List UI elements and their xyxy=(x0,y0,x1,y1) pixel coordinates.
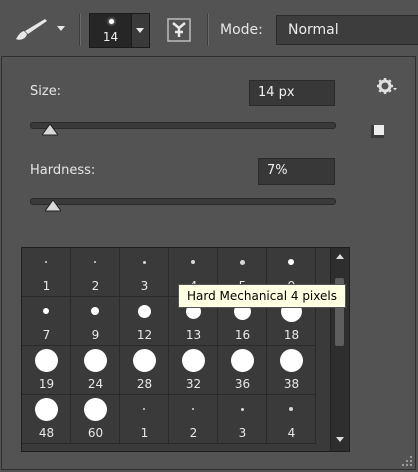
brush-preset-size-label: 48 xyxy=(38,426,55,440)
toolbar-divider xyxy=(207,14,209,46)
brush-tip-icon xyxy=(143,408,145,410)
brush-preset-item[interactable]: 12 xyxy=(120,297,169,346)
hardness-slider-track[interactable] xyxy=(30,198,336,205)
brush-preset-item[interactable]: 60 xyxy=(71,395,120,444)
brush-preset-size-label: 18 xyxy=(283,328,300,342)
brush-tip-icon xyxy=(289,407,293,411)
brush-tip-icon xyxy=(35,398,58,421)
brush-preset-size-label: 2 xyxy=(189,426,198,440)
scroll-up-icon[interactable] xyxy=(336,254,344,259)
brush-preset-size-label: 12 xyxy=(136,328,153,342)
new-preset-icon[interactable] xyxy=(369,123,386,140)
brush-preset-size-label: 36 xyxy=(234,377,251,391)
brush-tip-icon xyxy=(138,305,151,318)
brush-preset-picker-arrow[interactable] xyxy=(132,13,150,48)
size-label: Size: xyxy=(30,84,62,99)
brush-preset-item[interactable]: 7 xyxy=(22,297,71,346)
brush-tip-icon xyxy=(182,349,205,372)
brush-tip-icon xyxy=(91,307,99,315)
preset-grid-scrollbar[interactable] xyxy=(330,248,349,451)
toolbar-divider xyxy=(79,14,81,46)
brush-tip-icon xyxy=(191,260,195,264)
scroll-down-icon[interactable] xyxy=(336,437,344,442)
brush-preset-size-label: 13 xyxy=(185,328,202,342)
brush-preset-size-label: 4 xyxy=(287,426,296,440)
brush-preset-item[interactable]: 36 xyxy=(218,346,267,395)
blend-mode-value: Normal xyxy=(288,22,339,38)
brush-tip-icon xyxy=(143,261,146,264)
brush-preset-item[interactable]: 1 xyxy=(120,395,169,444)
brush-tip-icon xyxy=(192,408,194,410)
brush-preset-size-label: 16 xyxy=(234,328,251,342)
brush-preset-size-label: 28 xyxy=(136,377,153,391)
brush-tip-icon xyxy=(288,259,294,265)
brush-preset-size-label: 38 xyxy=(283,377,300,391)
brush-tip-icon xyxy=(240,260,245,265)
brush-preset-size-label: 2 xyxy=(91,279,100,293)
brush-preset-size-label: 1 xyxy=(42,279,51,293)
brush-tooltip: Hard Mechanical 4 pixels xyxy=(178,284,346,308)
brush-tip-icon xyxy=(35,349,58,372)
brush-tip-icon xyxy=(133,349,156,372)
blend-mode-select[interactable]: Normal xyxy=(276,15,418,45)
brush-tip-icon xyxy=(231,349,254,372)
mode-label: Mode: xyxy=(220,22,263,38)
hardness-value: 7% xyxy=(267,163,288,178)
brush-preset-size-label: 3 xyxy=(140,279,149,293)
brush-tool-dropdown-icon[interactable] xyxy=(57,26,65,31)
brush-preset-size-label: 3 xyxy=(238,426,247,440)
brush-preset-item[interactable]: 2 xyxy=(71,248,120,297)
hardness-label: Hardness: xyxy=(30,163,96,178)
toggle-brush-panel-icon[interactable] xyxy=(167,18,191,42)
chevron-down-icon xyxy=(136,28,144,33)
size-field[interactable]: 14 px xyxy=(249,80,335,106)
brush-preset-item[interactable]: 38 xyxy=(267,346,316,395)
brush-tip-icon xyxy=(45,261,47,263)
brush-tip-icon xyxy=(280,349,303,372)
brush-preset-item[interactable]: 9 xyxy=(71,297,120,346)
brush-preset-item[interactable]: 3 xyxy=(218,395,267,444)
brush-preset-item[interactable]: 24 xyxy=(71,346,120,395)
brush-preset-size-label: 9 xyxy=(91,328,100,342)
resize-grip-icon[interactable] xyxy=(402,456,412,466)
size-slider-track[interactable] xyxy=(30,122,336,129)
brush-preset-item[interactable]: 28 xyxy=(120,346,169,395)
brush-preset-size-label: 32 xyxy=(185,377,202,391)
brush-preset-grid: 123459791213161819242832363848601234 xyxy=(21,247,350,452)
brush-preset-item[interactable]: 1 xyxy=(22,248,71,297)
brush-preset-item[interactable]: 2 xyxy=(169,395,218,444)
brush-preset-item[interactable]: 3 xyxy=(120,248,169,297)
hardness-field[interactable]: 7% xyxy=(258,158,335,185)
brush-preset-size-label: 60 xyxy=(87,426,104,440)
brush-preset-size-label: 7 xyxy=(42,328,51,342)
brush-preset-item[interactable]: 48 xyxy=(22,395,71,444)
gear-icon[interactable] xyxy=(376,77,398,99)
brush-size-readout: 14 xyxy=(102,30,119,44)
brush-preset-item[interactable]: 4 xyxy=(267,395,316,444)
brush-preset-picker-button[interactable]: 14 xyxy=(89,13,132,48)
brush-preset-size-label: 24 xyxy=(87,377,104,391)
size-value: 14 px xyxy=(258,85,295,100)
brush-tip-icon xyxy=(84,349,107,372)
brush-preset-item[interactable]: 32 xyxy=(169,346,218,395)
brush-tip-icon xyxy=(84,398,107,421)
brush-tip-icon xyxy=(43,308,49,314)
brush-tip-icon xyxy=(94,261,96,263)
brush-preset-size-label: 1 xyxy=(140,426,149,440)
options-bar: 14 Mode: Normal xyxy=(0,0,418,58)
brush-tool-icon[interactable] xyxy=(12,17,52,43)
brush-tip-preview-icon xyxy=(109,19,114,24)
brush-preset-item[interactable]: 19 xyxy=(22,346,71,395)
brush-preset-size-label: 19 xyxy=(38,377,55,391)
brush-tip-icon xyxy=(241,408,244,411)
brush-preset-picker-panel: Size: 14 px Hardness: 7% 123459791213161… xyxy=(1,56,416,470)
